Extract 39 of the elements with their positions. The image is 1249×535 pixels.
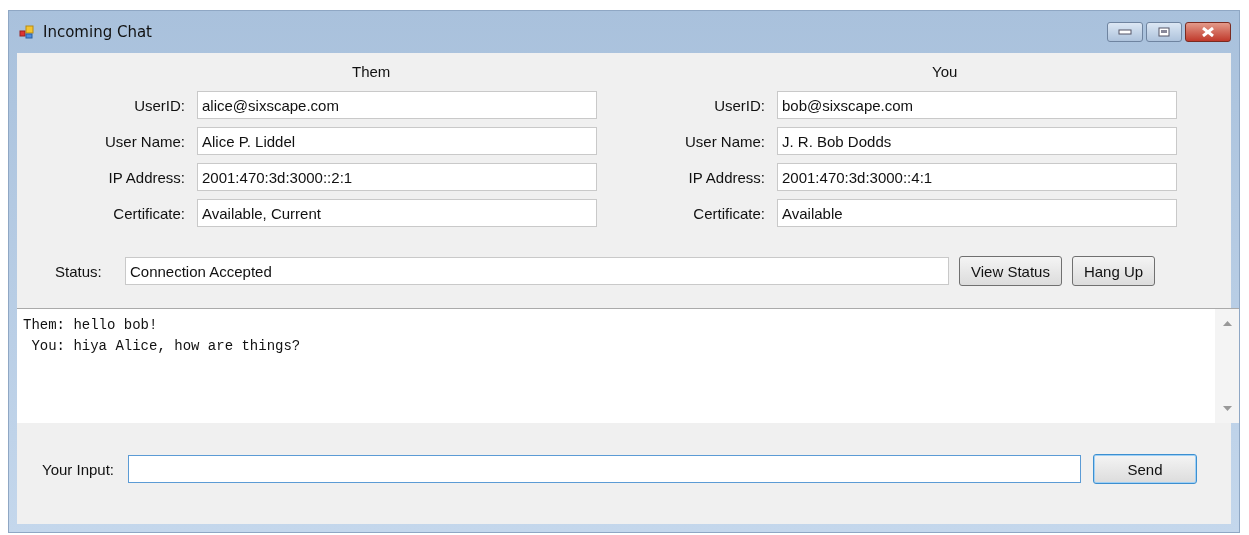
minimize-button[interactable] — [1107, 22, 1143, 42]
window-title: Incoming Chat — [43, 23, 152, 41]
maximize-button[interactable] — [1146, 22, 1182, 42]
field-label: UserID: — [713, 96, 765, 114]
status-label: Status: — [55, 262, 103, 280]
field-label: Certificate: — [692, 204, 765, 222]
field-label: User Name: — [103, 132, 185, 150]
text-field[interactable]: Alice P. Liddel — [197, 127, 597, 155]
input-label: Your Input: — [42, 460, 114, 478]
scroll-up-icon[interactable] — [1222, 321, 1232, 326]
field-label: IP Address: — [687, 168, 765, 186]
chat-log[interactable]: Them: hello bob! You: hiya Alice, how are things? — [17, 308, 1239, 423]
status-button[interactable]: Hang Up — [1071, 256, 1156, 286]
field-label: Certificate: — [112, 204, 185, 222]
maximize-icon — [1158, 27, 1170, 37]
chat-line: You: hiya Alice, how are things? — [30, 337, 302, 356]
text-field[interactable]: Available, Current — [197, 199, 597, 227]
status-field[interactable]: Connection Accepted — [125, 257, 949, 285]
chat-line: Them: hello bob! — [23, 316, 159, 335]
text-field[interactable]: bob@sixscape.com — [777, 91, 1177, 119]
minimize-icon — [1118, 29, 1132, 35]
text-field[interactable]: 2001:470:3d:3000::2:1 — [197, 163, 597, 191]
field-label: UserID: — [133, 96, 185, 114]
text-field[interactable]: J. R. Bob Dodds — [777, 127, 1177, 155]
text-field[interactable]: Available — [777, 199, 1177, 227]
app-icon — [19, 24, 35, 40]
field-label: User Name: — [683, 132, 765, 150]
status-button[interactable]: View Status — [959, 256, 1062, 286]
column-heading: You — [932, 63, 958, 80]
field-label: IP Address: — [107, 168, 185, 186]
close-button[interactable] — [1185, 22, 1231, 42]
scroll-down-icon[interactable] — [1222, 406, 1232, 411]
scrollbar[interactable] — [1215, 309, 1239, 423]
close-icon — [1201, 27, 1215, 37]
text-field[interactable]: 2001:470:3d:3000::4:1 — [777, 163, 1177, 191]
input-field[interactable] — [128, 455, 1081, 483]
column-heading: Them — [352, 63, 391, 80]
send-button[interactable]: Send — [1093, 454, 1197, 484]
text-field[interactable]: alice@sixscape.com — [197, 91, 597, 119]
